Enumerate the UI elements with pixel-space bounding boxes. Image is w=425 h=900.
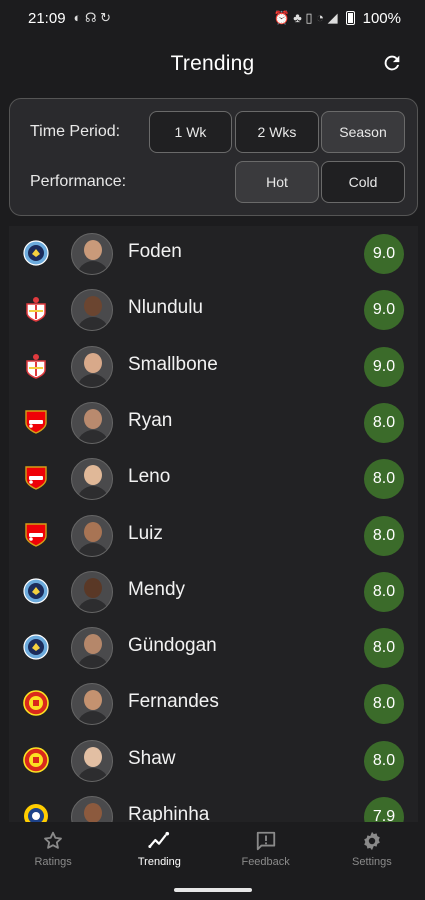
- performance-cold-button[interactable]: Cold: [321, 161, 405, 203]
- score-badge: 9.0: [364, 346, 404, 387]
- player-name: Luiz: [128, 522, 163, 544]
- performance-hot-button[interactable]: Hot: [235, 161, 319, 203]
- avatar: [71, 570, 113, 613]
- status-right: ⏰ ♣ ▯ ◔ ◢ 100%: [273, 10, 401, 27]
- player-name: Mendy: [128, 578, 186, 600]
- trending-icon: [146, 828, 172, 854]
- club-badge-icon: [22, 352, 50, 380]
- battery-percent: 100%: [362, 9, 401, 27]
- player-name: Nlundulu: [128, 297, 203, 319]
- system-icons: ⏰ ♣ ▯ ◔ ◢: [273, 10, 338, 25]
- home-indicator[interactable]: [174, 888, 252, 892]
- nav-label-trending: Trending: [137, 856, 181, 868]
- club-badge-icon: [22, 295, 50, 323]
- club-badge-icon: [22, 577, 50, 605]
- club-badge-icon: [22, 633, 50, 661]
- player-name: Leno: [128, 466, 171, 488]
- status-left: 21:09 ◐ ☊ ↻: [28, 10, 111, 27]
- nav-item-feedback[interactable]: Feedback: [213, 822, 319, 878]
- score-badge: 9.0: [364, 234, 404, 274]
- player-name: Gündogan: [128, 635, 217, 657]
- list-item[interactable]: Ryan 8.0: [9, 395, 418, 451]
- notification-icons: ◐ ☊ ↻: [73, 10, 112, 25]
- avatar: [71, 514, 113, 557]
- time-period-row: Time Period: 1 Wk 2 Wks Season: [10, 111, 417, 153]
- avatar: [71, 458, 113, 501]
- club-badge-icon: [22, 521, 50, 549]
- score-badge: 9.0: [364, 290, 404, 331]
- app-bar: Trending: [0, 36, 425, 92]
- time-period-1wk-button[interactable]: 1 Wk: [149, 111, 232, 153]
- nav-label-settings: Settings: [352, 856, 392, 868]
- list-item[interactable]: Shaw 8.0: [9, 733, 418, 789]
- list-item[interactable]: Luiz 8.0: [9, 508, 418, 564]
- time-period-2wks-button[interactable]: 2 Wks: [235, 111, 319, 153]
- score-badge: 8.0: [364, 571, 404, 612]
- score-badge: 8.0: [364, 740, 404, 781]
- player-name: Ryan: [128, 409, 173, 431]
- score-badge: 8.0: [364, 684, 404, 725]
- score-badge: 7.9: [364, 797, 404, 822]
- filter-card: Time Period: 1 Wk 2 Wks Season Performan…: [9, 98, 418, 216]
- list-item[interactable]: Raphinha 7.9: [9, 789, 418, 822]
- list-item[interactable]: Nlundulu 9.0: [9, 282, 418, 338]
- nav-item-settings[interactable]: Settings: [319, 822, 425, 878]
- gear-icon: [359, 828, 385, 854]
- star-icon: [40, 828, 66, 854]
- list-item[interactable]: Foden 9.0: [9, 226, 418, 282]
- performance-label: Performance:: [30, 173, 127, 190]
- page-title: Trending: [170, 52, 255, 75]
- status-bar: 21:09 ◐ ☊ ↻ ⏰ ♣ ▯ ◔ ◢ 100%: [0, 0, 425, 36]
- avatar: [71, 683, 113, 726]
- performance-row: Performance: Hot Cold: [10, 161, 417, 203]
- club-badge-icon: [22, 802, 50, 822]
- list-item[interactable]: Mendy 8.0: [9, 564, 418, 620]
- avatar: [71, 627, 113, 670]
- list-item[interactable]: Leno 8.0: [9, 451, 418, 507]
- clock: 21:09: [28, 9, 66, 27]
- avatar: [71, 401, 113, 444]
- refresh-icon: [384, 55, 400, 71]
- score-badge: 8.0: [364, 402, 404, 443]
- nav-label-feedback: Feedback: [241, 856, 290, 868]
- club-badge-icon: [22, 464, 50, 492]
- list-item[interactable]: Gündogan 8.0: [9, 620, 418, 676]
- club-badge-icon: [22, 239, 50, 267]
- player-name: Foden: [128, 241, 182, 262]
- club-badge-icon: [22, 689, 50, 717]
- nav-item-trending[interactable]: Trending: [106, 822, 212, 878]
- battery-icon: [345, 11, 355, 25]
- avatar: [71, 739, 113, 782]
- avatar: [71, 233, 113, 275]
- nav-label-ratings: Ratings: [34, 856, 72, 868]
- player-list[interactable]: Foden 9.0 Nlundulu 9.0 Smallbone 9.0 Ryan 8.0 Le…: [9, 226, 418, 822]
- list-item[interactable]: Smallbone 9.0: [9, 339, 418, 395]
- avatar: [71, 289, 113, 332]
- club-badge-icon: [22, 408, 50, 436]
- score-badge: 8.0: [364, 628, 404, 669]
- avatar: [71, 345, 113, 388]
- time-period-label: Time Period:: [30, 123, 121, 140]
- refresh-button[interactable]: [379, 50, 405, 76]
- nav-item-ratings[interactable]: Ratings: [0, 822, 106, 878]
- player-name: Smallbone: [128, 353, 218, 375]
- bottom-nav: Ratings Trending Feedback Settings: [0, 822, 425, 878]
- player-name: Shaw: [128, 747, 176, 769]
- player-name: Fernandes: [128, 691, 219, 713]
- player-name: Raphinha: [128, 804, 210, 822]
- score-badge: 8.0: [364, 459, 404, 500]
- time-period-season-button[interactable]: Season: [321, 111, 405, 153]
- list-item[interactable]: Fernandes 8.0: [9, 676, 418, 732]
- avatar: [71, 796, 113, 822]
- feedback-icon: [253, 828, 279, 854]
- club-badge-icon: [22, 746, 50, 774]
- score-badge: 8.0: [364, 515, 404, 556]
